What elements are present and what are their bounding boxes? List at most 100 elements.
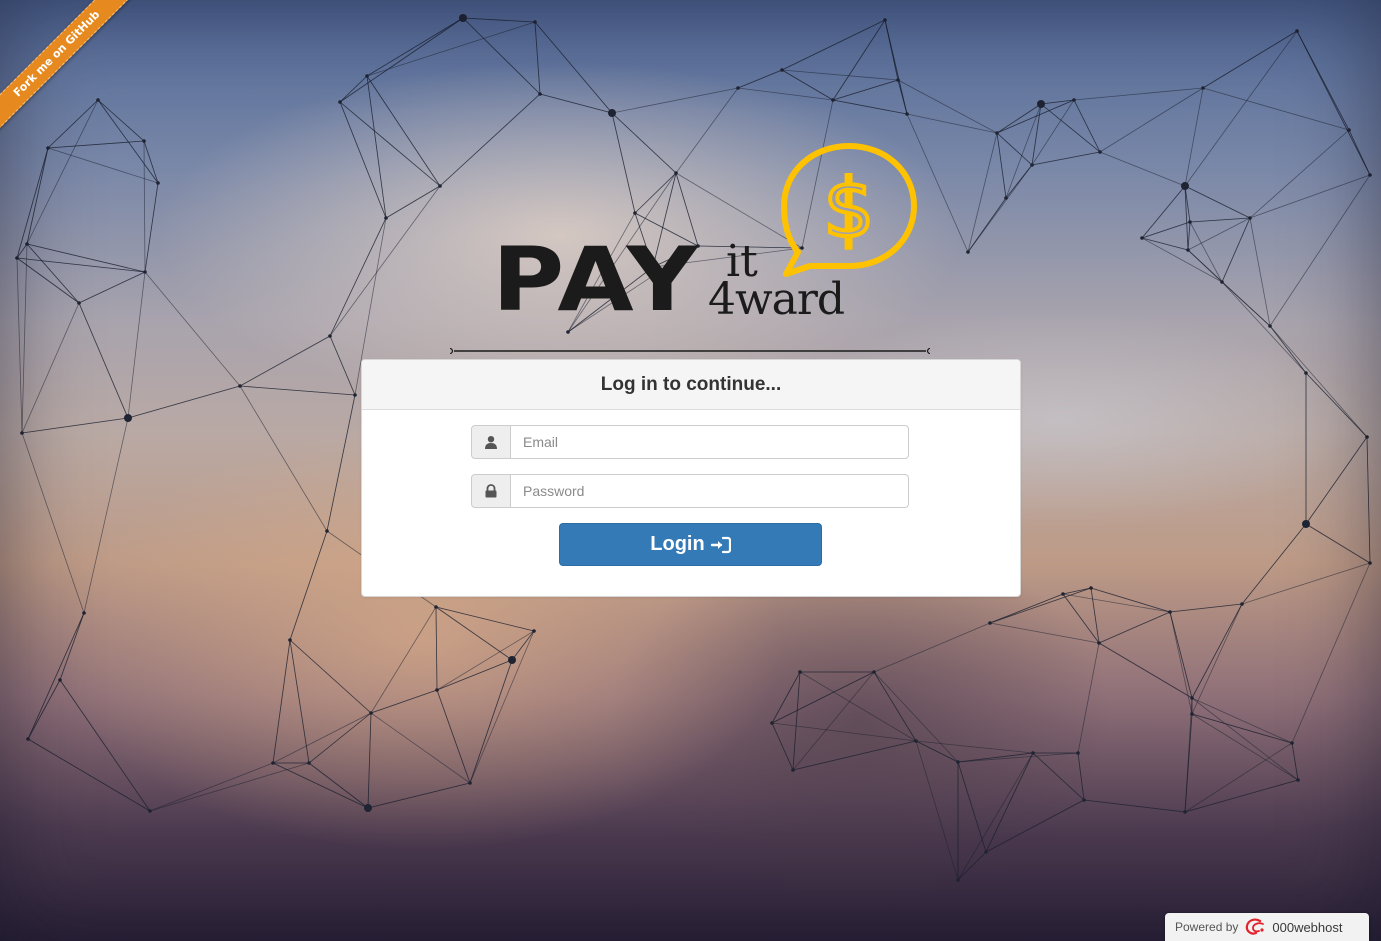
network-node — [1188, 220, 1192, 224]
network-edge — [1269, 174, 1371, 327]
network-edge — [469, 659, 513, 784]
network-node — [20, 431, 24, 435]
email-field[interactable] — [511, 425, 909, 459]
password-addon — [471, 474, 511, 508]
network-edge — [1098, 611, 1171, 644]
network-edge — [915, 740, 959, 763]
network-node — [1296, 778, 1300, 782]
network-edge — [1189, 217, 1251, 223]
network-edge — [1031, 103, 1042, 166]
network-edge — [272, 639, 291, 764]
network-edge — [21, 432, 85, 614]
network-edge — [462, 17, 536, 23]
login-panel-heading: Log in to continue... — [362, 360, 1020, 410]
network-node — [608, 109, 616, 117]
network-node — [984, 850, 988, 854]
network-edge — [435, 606, 535, 632]
network-edge — [792, 740, 917, 771]
network-edge — [1296, 30, 1371, 176]
network-edge — [144, 182, 159, 273]
network-edge — [1366, 436, 1371, 564]
network-node — [1183, 810, 1187, 814]
network-edge — [1184, 742, 1293, 813]
network-edge — [884, 19, 908, 115]
network-edge — [873, 622, 991, 673]
network-edge — [1305, 436, 1368, 525]
network-node — [143, 270, 147, 274]
network-node — [533, 20, 537, 24]
network-node — [995, 131, 999, 135]
network-edge — [1141, 185, 1186, 239]
network-edge — [16, 147, 49, 259]
network-node — [736, 86, 740, 90]
network-edge — [1169, 611, 1193, 699]
network-edge — [1184, 87, 1204, 187]
network-node — [770, 721, 774, 725]
powered-by-label: Powered by — [1175, 920, 1239, 934]
network-node — [1061, 592, 1065, 596]
network-node — [1268, 324, 1272, 328]
network-node — [307, 761, 311, 765]
network-node — [1004, 196, 1008, 200]
network-edge — [737, 69, 783, 89]
network-edge — [967, 197, 1007, 253]
network-edge — [1005, 164, 1033, 199]
network-node — [25, 242, 29, 246]
network-edge — [1184, 779, 1299, 813]
network-node — [1076, 751, 1080, 755]
email-addon — [471, 425, 511, 459]
network-edge — [272, 712, 372, 764]
network-edge — [339, 17, 464, 103]
network-edge — [1191, 713, 1293, 744]
network-node — [1097, 641, 1101, 645]
network-edge — [1269, 325, 1307, 374]
network-node — [1190, 712, 1194, 716]
network-edge — [239, 335, 331, 387]
network-edge — [996, 132, 1007, 199]
network-edge — [1187, 221, 1191, 251]
logo-word-pay: PAY — [492, 228, 701, 331]
network-edge — [1073, 99, 1101, 153]
github-ribbon[interactable]: Fork me on GitHub — [0, 0, 150, 150]
network-node — [1248, 216, 1252, 220]
network-edge — [329, 217, 387, 337]
fork-me-link[interactable]: Fork me on GitHub — [0, 0, 140, 137]
network-edge — [832, 99, 908, 115]
network-edge — [329, 335, 356, 396]
network-node — [124, 414, 132, 422]
network-edge — [1099, 151, 1186, 187]
network-edge — [27, 612, 85, 740]
network-edge — [1073, 87, 1204, 101]
network-edge — [370, 712, 471, 784]
network-edge — [1249, 129, 1350, 219]
network-edge — [534, 21, 541, 95]
network-node — [831, 98, 835, 102]
network-node — [435, 688, 439, 692]
network-edge — [308, 762, 369, 809]
network-edge — [83, 417, 129, 614]
network-node — [1031, 751, 1035, 755]
network-edge — [832, 79, 899, 101]
network-edge — [26, 243, 146, 273]
login-button[interactable]: Login — [559, 523, 822, 566]
network-node — [798, 670, 802, 674]
network-edge — [143, 140, 146, 273]
login-page: Fork me on GitHub PAY it 4ward $ Log in … — [0, 0, 1381, 941]
network-edge — [27, 738, 151, 812]
network-node — [1098, 150, 1102, 154]
network-node — [532, 629, 536, 633]
network-edge — [149, 762, 274, 812]
network-edge — [611, 87, 739, 114]
powered-by-badge[interactable]: Powered by 000webhost — [1165, 913, 1369, 941]
password-field[interactable] — [511, 474, 909, 508]
network-node — [384, 216, 388, 220]
network-node — [1186, 248, 1190, 252]
network-edge — [1141, 237, 1189, 251]
user-icon — [485, 436, 497, 449]
network-node — [1140, 236, 1144, 240]
network-edge — [996, 132, 1033, 166]
network-edge — [1062, 593, 1100, 644]
network-edge — [989, 593, 1064, 624]
network-edge — [985, 752, 1034, 853]
network-edge — [462, 17, 541, 95]
